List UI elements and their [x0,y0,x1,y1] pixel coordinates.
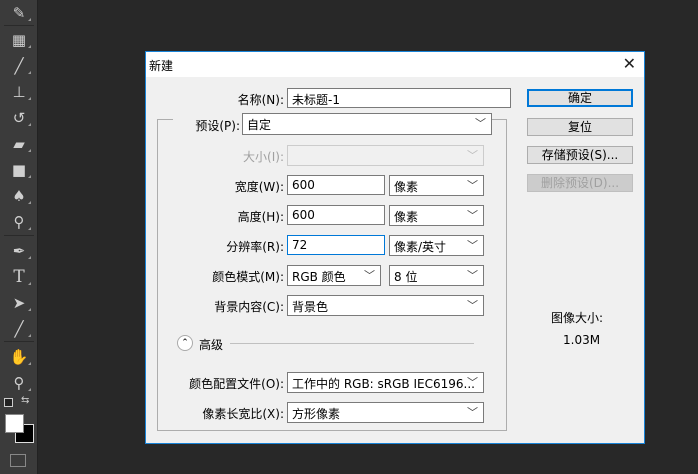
quick-mask-icon[interactable] [10,454,26,467]
height-input[interactable]: 600 [287,205,385,225]
width-label: 宽度(W): [234,180,284,194]
blur-icon[interactable]: ♠ [0,184,38,208]
delete-preset-button: 删除预设(D)... [527,174,633,192]
hand-icon[interactable]: ✋ [0,345,38,369]
height-unit-select[interactable]: 像素 ﹀ [389,205,484,226]
color-mode-value: RGB 颜色 [292,270,346,284]
chevron-down-icon: ﹀ [467,209,478,222]
pixel-aspect-label: 像素长宽比(X): [202,407,284,421]
resolution-input[interactable]: 72 [287,235,385,255]
resolution-label: 分辨率(R): [226,240,284,254]
divider [4,341,34,342]
chevron-down-icon: ﹀ [467,376,478,389]
pixel-aspect-select[interactable]: 方形像素 ﹀ [287,402,484,423]
color-mode-label: 颜色模式(M): [212,270,284,284]
zoom-icon[interactable]: ⚲ [0,371,38,395]
advanced-toggle-icon[interactable]: ⌃ [177,335,193,351]
image-size-value: 1.03M [563,333,601,347]
resolution-unit-select[interactable]: 像素/英寸 ﹀ [389,235,484,256]
image-size-label: 图像大小: [551,311,604,325]
eyedropper-icon[interactable]: ✎ [0,1,38,25]
chevron-down-icon: ﹀ [364,269,375,282]
resolution-unit-value: 像素/英寸 [394,240,447,254]
path-select-icon[interactable]: ➤ [0,291,38,315]
new-document-dialog: 新建 ✕ 名称(N): 未标题-1 预设(P): 自定 ﹀ 大小(I): ﹀ 宽度… [145,51,645,444]
width-input[interactable]: 600 [287,175,385,195]
width-unit-value: 像素 [394,180,419,194]
divider [230,343,474,344]
reset-button[interactable]: 复位 [527,118,633,136]
stamp-icon[interactable]: ⊥ [0,80,38,104]
chevron-down-icon: ﹀ [467,406,478,419]
height-label: 高度(H): [237,210,284,224]
swap-colors-icon[interactable]: ⇆ [21,395,29,406]
brush-icon[interactable]: ╱ [0,54,38,78]
marquee-icon[interactable]: ▦ [0,28,38,52]
chevron-down-icon: ﹀ [467,179,478,192]
bit-depth-value: 8 位 [394,270,418,284]
color-profile-label: 颜色配置文件(O): [189,377,284,391]
chevron-down-icon: ﹀ [467,239,478,252]
history-brush-icon[interactable]: ↺ [0,106,38,130]
close-icon[interactable]: ✕ [623,54,636,73]
gradient-icon[interactable]: ■ [0,158,38,182]
divider [4,235,34,236]
ok-button[interactable]: 确定 [527,89,633,107]
name-input[interactable]: 未标题-1 [287,88,511,108]
background-label: 背景内容(C): [214,300,284,314]
name-label: 名称(N): [237,93,284,107]
dodge-icon[interactable]: ⚲ [0,210,38,234]
type-icon[interactable]: T [0,265,38,289]
divider [491,119,507,120]
dialog-title: 新建 [149,59,174,73]
advanced-label[interactable]: 高级 [199,336,223,353]
eraser-icon[interactable]: ▰ [0,132,38,156]
chevron-down-icon: ﹀ [467,269,478,282]
foreground-color-swatch[interactable] [5,414,24,433]
bit-depth-select[interactable]: 8 位 ﹀ [389,265,484,286]
title-bar: 新建 ✕ [146,52,644,77]
chevron-down-icon: ﹀ [475,117,486,130]
preset-label: 预设(P): [193,117,240,134]
color-mode-select[interactable]: RGB 颜色 ﹀ [287,265,381,286]
width-unit-select[interactable]: 像素 ﹀ [389,175,484,196]
tools-panel: ✎ ▦ ╱ ⊥ ↺ ▰ ■ ♠ ⚲ ✒ T ➤ ╱ ✋ ⚲ ⇆ [0,0,38,474]
size-select: ﹀ [287,145,484,166]
default-colors-icon[interactable] [4,398,13,407]
divider [157,119,173,120]
chevron-down-icon: ﹀ [467,149,478,162]
color-profile-select[interactable]: 工作中的 RGB: sRGB IEC6196... ﹀ [287,372,484,393]
height-unit-value: 像素 [394,210,419,224]
preset-value: 自定 [247,118,272,132]
divider [4,25,34,26]
background-select[interactable]: 背景色 ﹀ [287,295,484,316]
chevron-down-icon: ﹀ [467,299,478,312]
preset-select[interactable]: 自定 ﹀ [242,113,492,135]
size-label: 大小(I): [243,150,284,164]
color-profile-value: 工作中的 RGB: sRGB IEC6196... [292,377,475,391]
background-value: 背景色 [292,300,329,314]
pen-icon[interactable]: ✒ [0,239,38,263]
pixel-aspect-value: 方形像素 [292,407,341,421]
save-preset-button[interactable]: 存储预设(S)... [527,146,633,164]
line-icon[interactable]: ╱ [0,317,38,341]
